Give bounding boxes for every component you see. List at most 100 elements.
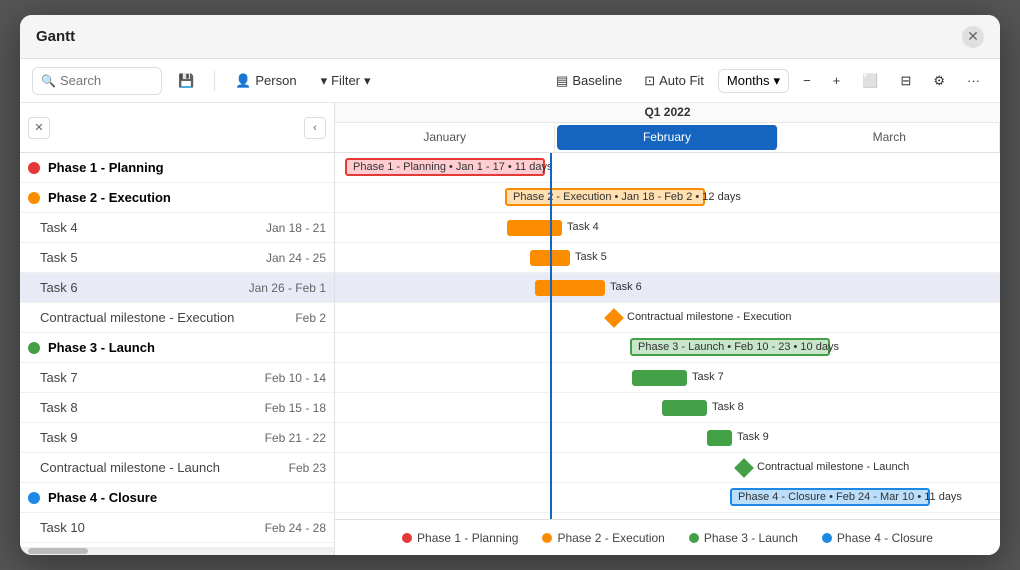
- autofit-button[interactable]: ⊡ Auto Fit: [636, 69, 712, 93]
- person-button[interactable]: 👤 Person: [227, 69, 304, 93]
- task8-date: Feb 15 - 18: [246, 401, 326, 415]
- gantt-milestone-exec-row: Contractual milestone - Execution: [335, 303, 1000, 333]
- task5-name: Task 5: [40, 250, 246, 265]
- gantt-body: Phase 1 - Planning • Jan 1 - 17 • 11 day…: [335, 153, 1000, 519]
- gantt-phase2-row: Phase 2 - Execution • Jan 18 - Feb 2 • 1…: [335, 183, 1000, 213]
- gantt-phase1-row: Phase 1 - Planning • Jan 1 - 17 • 11 day…: [335, 153, 1000, 183]
- gantt-phase4-row: Phase 4 - Closure • Feb 24 - Mar 10 • 11…: [335, 483, 1000, 513]
- months-label: Months: [727, 73, 770, 88]
- collapse-button[interactable]: ✕: [28, 117, 50, 139]
- baseline-icon: ▤: [556, 73, 568, 89]
- task6-bar-label: Task 6: [610, 281, 642, 293]
- task7-bar: [632, 370, 687, 386]
- task6-date: Jan 26 - Feb 1: [246, 281, 326, 295]
- baseline-button[interactable]: ▤ Baseline: [548, 69, 630, 93]
- months-select[interactable]: Months ▾: [718, 69, 789, 93]
- save-icon: 💾: [178, 73, 194, 89]
- today-line: [550, 153, 552, 519]
- phase4-label: Phase 4 - Closure: [48, 490, 326, 505]
- task10-name: Task 10: [40, 520, 246, 535]
- gear-icon: ⚙: [933, 73, 945, 89]
- task9-bar-label: Task 9: [737, 431, 769, 443]
- legend-phase4: Phase 4 - Closure: [822, 531, 933, 545]
- filter-chevron-icon: ▾: [364, 73, 371, 89]
- milestone-launch-name: Contractual milestone - Launch: [40, 460, 246, 475]
- task9-bar: [707, 430, 732, 446]
- settings-button[interactable]: ⚙: [925, 69, 953, 93]
- gantt-milestone-launch-row: Contractual milestone - Launch: [335, 453, 1000, 483]
- task5-date: Jan 24 - 25: [246, 251, 326, 265]
- phase2-row: Phase 2 - Execution: [20, 183, 334, 213]
- horizontal-scrollbar[interactable]: [20, 547, 334, 555]
- phase2-dot: [28, 192, 40, 204]
- legend-phase1: Phase 1 - Planning: [402, 531, 518, 545]
- zoom-in-button[interactable]: +: [825, 69, 849, 92]
- task6-bar: [535, 280, 605, 296]
- task4-row: Task 4 Jan 18 - 21: [20, 213, 334, 243]
- gantt-task5-row: Task 5: [335, 243, 1000, 273]
- milestone-exec-label: Contractual milestone - Execution: [627, 311, 791, 323]
- close-button[interactable]: ✕: [962, 26, 984, 48]
- task8-bar-label: Task 8: [712, 401, 744, 413]
- month-february: February: [557, 125, 777, 150]
- gantt-task7-row: Task 7: [335, 363, 1000, 393]
- milestone-exec-name: Contractual milestone - Execution: [40, 310, 246, 325]
- milestone-launch-date: Feb 23: [246, 461, 326, 475]
- milestone-exec-date: Feb 2: [246, 311, 326, 325]
- task-list: Phase 1 - Planning Phase 2 - Execution T…: [20, 153, 334, 547]
- milestone-exec-row: Contractual milestone - Execution Feb 2: [20, 303, 334, 333]
- autofit-label: Auto Fit: [659, 73, 704, 88]
- month-march: March: [780, 123, 1000, 152]
- phase3-row: Phase 3 - Launch: [20, 333, 334, 363]
- scrollbar-thumb[interactable]: [28, 548, 88, 554]
- gantt-window: Gantt ✕ 🔍 💾 👤 Person ▾ Filter ▾ ▤ Baseli…: [20, 15, 1000, 555]
- task9-name: Task 9: [40, 430, 246, 445]
- task4-bar: [507, 220, 562, 236]
- months-chevron-icon: ▾: [774, 73, 781, 89]
- toolbar-right: ▤ Baseline ⊡ Auto Fit Months ▾ − + ⬜ ⊟ ⚙: [548, 69, 988, 93]
- phase2-bar-label: Phase 2 - Execution • Jan 18 - Feb 2 • 1…: [513, 191, 741, 203]
- export-button[interactable]: ⬜: [854, 69, 886, 93]
- window-title: Gantt: [36, 28, 75, 45]
- milestone-exec-diamond: [604, 308, 624, 328]
- month-row: January February March: [335, 123, 1000, 152]
- milestone-launch-label: Contractual milestone - Launch: [757, 461, 909, 473]
- search-icon: 🔍: [41, 74, 56, 88]
- more-icon: ···: [967, 73, 980, 88]
- person-icon: 👤: [235, 73, 251, 89]
- legend-phase4-label: Phase 4 - Closure: [837, 531, 933, 545]
- phase1-label: Phase 1 - Planning: [48, 160, 326, 175]
- quarter-label: Q1 2022: [335, 103, 1000, 123]
- search-box[interactable]: 🔍: [32, 67, 162, 95]
- export-icon: ⬜: [862, 73, 878, 89]
- legend-phase2-dot: [542, 533, 552, 543]
- task10-row: Task 10 Feb 24 - 28: [20, 513, 334, 543]
- filter-button[interactable]: ▾ Filter ▾: [313, 69, 379, 93]
- more-button[interactable]: ···: [959, 69, 988, 92]
- chevron-left-button[interactable]: ‹: [304, 117, 326, 139]
- milestone-launch-diamond: [734, 458, 754, 478]
- phase4-bar: Phase 4 - Closure • Feb 24 - Mar 10 • 11…: [730, 488, 930, 506]
- fullscreen-button[interactable]: ⊟: [892, 69, 919, 93]
- phase4-bar-label: Phase 4 - Closure • Feb 24 - Mar 10 • 11…: [738, 491, 962, 503]
- task6-name: Task 6: [40, 280, 246, 295]
- task8-row: Task 8 Feb 15 - 18: [20, 393, 334, 423]
- zoom-out-button[interactable]: −: [795, 69, 819, 92]
- legend-phase2: Phase 2 - Execution: [542, 531, 664, 545]
- save-button[interactable]: 💾: [170, 69, 202, 93]
- legend-phase1-label: Phase 1 - Planning: [417, 531, 518, 545]
- task10-date: Feb 24 - 28: [246, 521, 326, 535]
- phase1-bar-label: Phase 1 - Planning • Jan 1 - 17 • 11 day…: [353, 161, 553, 173]
- gantt-task4-row: Task 4: [335, 213, 1000, 243]
- task7-row: Task 7 Feb 10 - 14: [20, 363, 334, 393]
- search-input[interactable]: [60, 73, 150, 88]
- task9-date: Feb 21 - 22: [246, 431, 326, 445]
- person-label: Person: [255, 73, 296, 88]
- toolbar: 🔍 💾 👤 Person ▾ Filter ▾ ▤ Baseline ⊡ Aut…: [20, 59, 1000, 103]
- phase1-dot: [28, 162, 40, 174]
- phase2-label: Phase 2 - Execution: [48, 190, 326, 205]
- gantt-task6-row: Task 6: [335, 273, 1000, 303]
- phase-row: Phase 1 - Planning: [20, 153, 334, 183]
- legend-phase4-dot: [822, 533, 832, 543]
- phase3-dot: [28, 342, 40, 354]
